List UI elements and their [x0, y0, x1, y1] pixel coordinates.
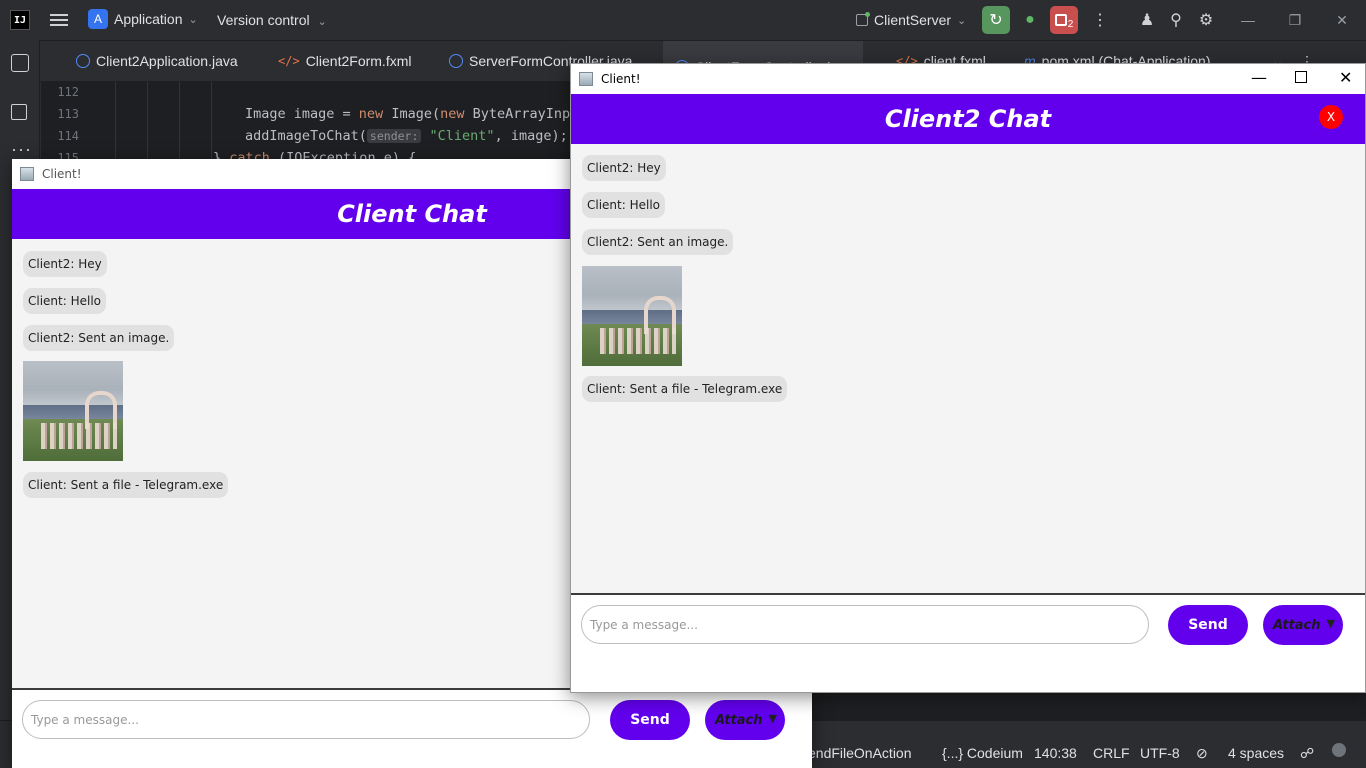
rerun-icon: ↻	[989, 12, 1003, 29]
client2-window: Client! — ✕ Client2 Chat X Client2: Hey …	[570, 63, 1366, 693]
attach-label: Attach	[1273, 617, 1321, 633]
project-selector[interactable]: A Application ⌄	[88, 9, 198, 29]
project-name: Application	[114, 11, 183, 27]
status-encoding[interactable]: UTF-8	[1140, 745, 1180, 761]
line-number: 113	[57, 107, 79, 121]
chat-message: Client: Hello	[582, 192, 666, 218]
window-titlebar[interactable]: Client! — ✕	[571, 64, 1365, 94]
message-input-bar: Type a message... Send Attach ▼	[571, 593, 1365, 692]
no-ai-icon[interactable]: ⊘	[1196, 745, 1208, 762]
chevron-down-icon: ⌄	[317, 16, 327, 28]
status-codeium[interactable]: {...} Codeium	[942, 745, 1023, 761]
java-app-icon	[20, 167, 34, 181]
more-actions-icon[interactable]: ⋮	[1086, 6, 1114, 34]
version-control-menu[interactable]: Version control ⌄	[217, 12, 327, 28]
rerun-button[interactable]: ↻	[982, 6, 1010, 34]
project-folder-icon[interactable]	[11, 54, 29, 72]
chat-image	[23, 361, 123, 461]
search-icon[interactable]: ⚲	[1162, 6, 1190, 34]
chat-image	[582, 266, 682, 366]
message-input-bar: Type a message... Send Attach ▼	[12, 688, 812, 768]
window-title: Client!	[42, 167, 82, 181]
project-badge-icon: A	[88, 9, 108, 29]
stop-count-badge: 2	[1067, 18, 1074, 30]
stop-icon	[1054, 14, 1067, 26]
chevron-down-icon: ⌄	[188, 13, 198, 26]
window-title: Client!	[601, 72, 641, 86]
close-chat-button[interactable]: X	[1319, 105, 1343, 129]
maximize-icon[interactable]	[1295, 71, 1307, 83]
chat-message: Client: Sent a file - Telegram.exe	[582, 376, 788, 402]
run-configuration-selector[interactable]: ClientServer ⌄	[856, 12, 966, 28]
chat-message: Client2: Sent an image.	[23, 325, 175, 351]
chat-message: Client2: Hey	[582, 155, 666, 181]
status-method[interactable]: endFileOnAction	[808, 745, 912, 761]
tab-label: Client2Form.fxml	[305, 53, 412, 69]
status-indicator-icon[interactable]	[1332, 743, 1346, 757]
stop-button[interactable]: 2	[1050, 6, 1078, 34]
parameter-hint: sender:	[366, 129, 422, 143]
chat-header: Client2 Chat X	[571, 94, 1365, 144]
message-input[interactable]: Type a message...	[581, 605, 1149, 644]
class-icon	[76, 54, 90, 68]
attach-button[interactable]: Attach ▼	[705, 700, 785, 740]
hamburger-menu-icon[interactable]	[50, 11, 68, 29]
structure-icon[interactable]	[11, 104, 27, 120]
java-app-icon	[579, 72, 593, 86]
chat-message: Client: Sent a file - Telegram.exe	[23, 472, 229, 498]
chevron-down-icon: ⌄	[957, 14, 967, 27]
lock-icon[interactable]: ☍	[1300, 745, 1314, 762]
minimize-icon[interactable]: —	[1236, 8, 1260, 32]
close-icon[interactable]: ✕	[1339, 68, 1352, 87]
run-config-label: ClientServer	[874, 12, 952, 28]
chat-message: Client2: Sent an image.	[582, 229, 734, 255]
vcs-label: Version control	[217, 12, 310, 28]
attach-label: Attach	[715, 712, 763, 728]
line-number: 114	[57, 129, 79, 143]
tab-client2form[interactable]: </> Client2Form.fxml	[278, 53, 411, 69]
restore-icon[interactable]: ❐	[1283, 8, 1307, 32]
run-config-icon	[856, 12, 870, 26]
attach-button[interactable]: Attach ▼	[1263, 605, 1343, 645]
close-icon[interactable]: ✕	[1330, 8, 1354, 32]
code-text: Image image = new Image(new ByteArrayInp…	[245, 106, 579, 122]
chevron-down-icon: ▼	[1326, 617, 1335, 630]
status-line-separator[interactable]: CRLF	[1093, 745, 1130, 761]
chat-message: Client: Hello	[23, 288, 107, 314]
bug-icon: ●	[1025, 11, 1035, 28]
chat-title: Client Chat	[337, 200, 487, 228]
chat-message: Client2: Hey	[23, 251, 107, 277]
minimize-icon[interactable]: —	[1251, 68, 1267, 87]
intellij-logo-icon: IJ	[10, 10, 30, 30]
status-indent[interactable]: 4 spaces	[1228, 745, 1284, 761]
status-caret-position[interactable]: 140:38	[1034, 745, 1077, 761]
debug-button[interactable]: ●	[1016, 6, 1044, 34]
class-icon	[449, 54, 463, 68]
xml-icon: </>	[278, 54, 300, 68]
ide-titlebar: IJ A Application ⌄ Version control ⌄ Cli…	[0, 0, 1366, 40]
add-user-icon[interactable]: ♟	[1133, 6, 1161, 34]
chat-message-list[interactable]: Client2: Hey Client: Hello Client2: Sent…	[571, 144, 1365, 593]
tab-label: Client2Application.java	[96, 53, 238, 69]
chat-title: Client2 Chat	[884, 105, 1052, 133]
gear-icon[interactable]: ⚙	[1192, 6, 1220, 34]
send-button[interactable]: Send	[1168, 605, 1248, 645]
tab-client2application[interactable]: Client2Application.java	[76, 53, 238, 69]
code-text: addImageToChat(sender: "Client", image);	[245, 128, 568, 144]
line-number: 112	[57, 85, 79, 99]
send-button[interactable]: Send	[610, 700, 690, 740]
message-input[interactable]: Type a message...	[22, 700, 590, 739]
chevron-down-icon: ▼	[768, 712, 777, 725]
